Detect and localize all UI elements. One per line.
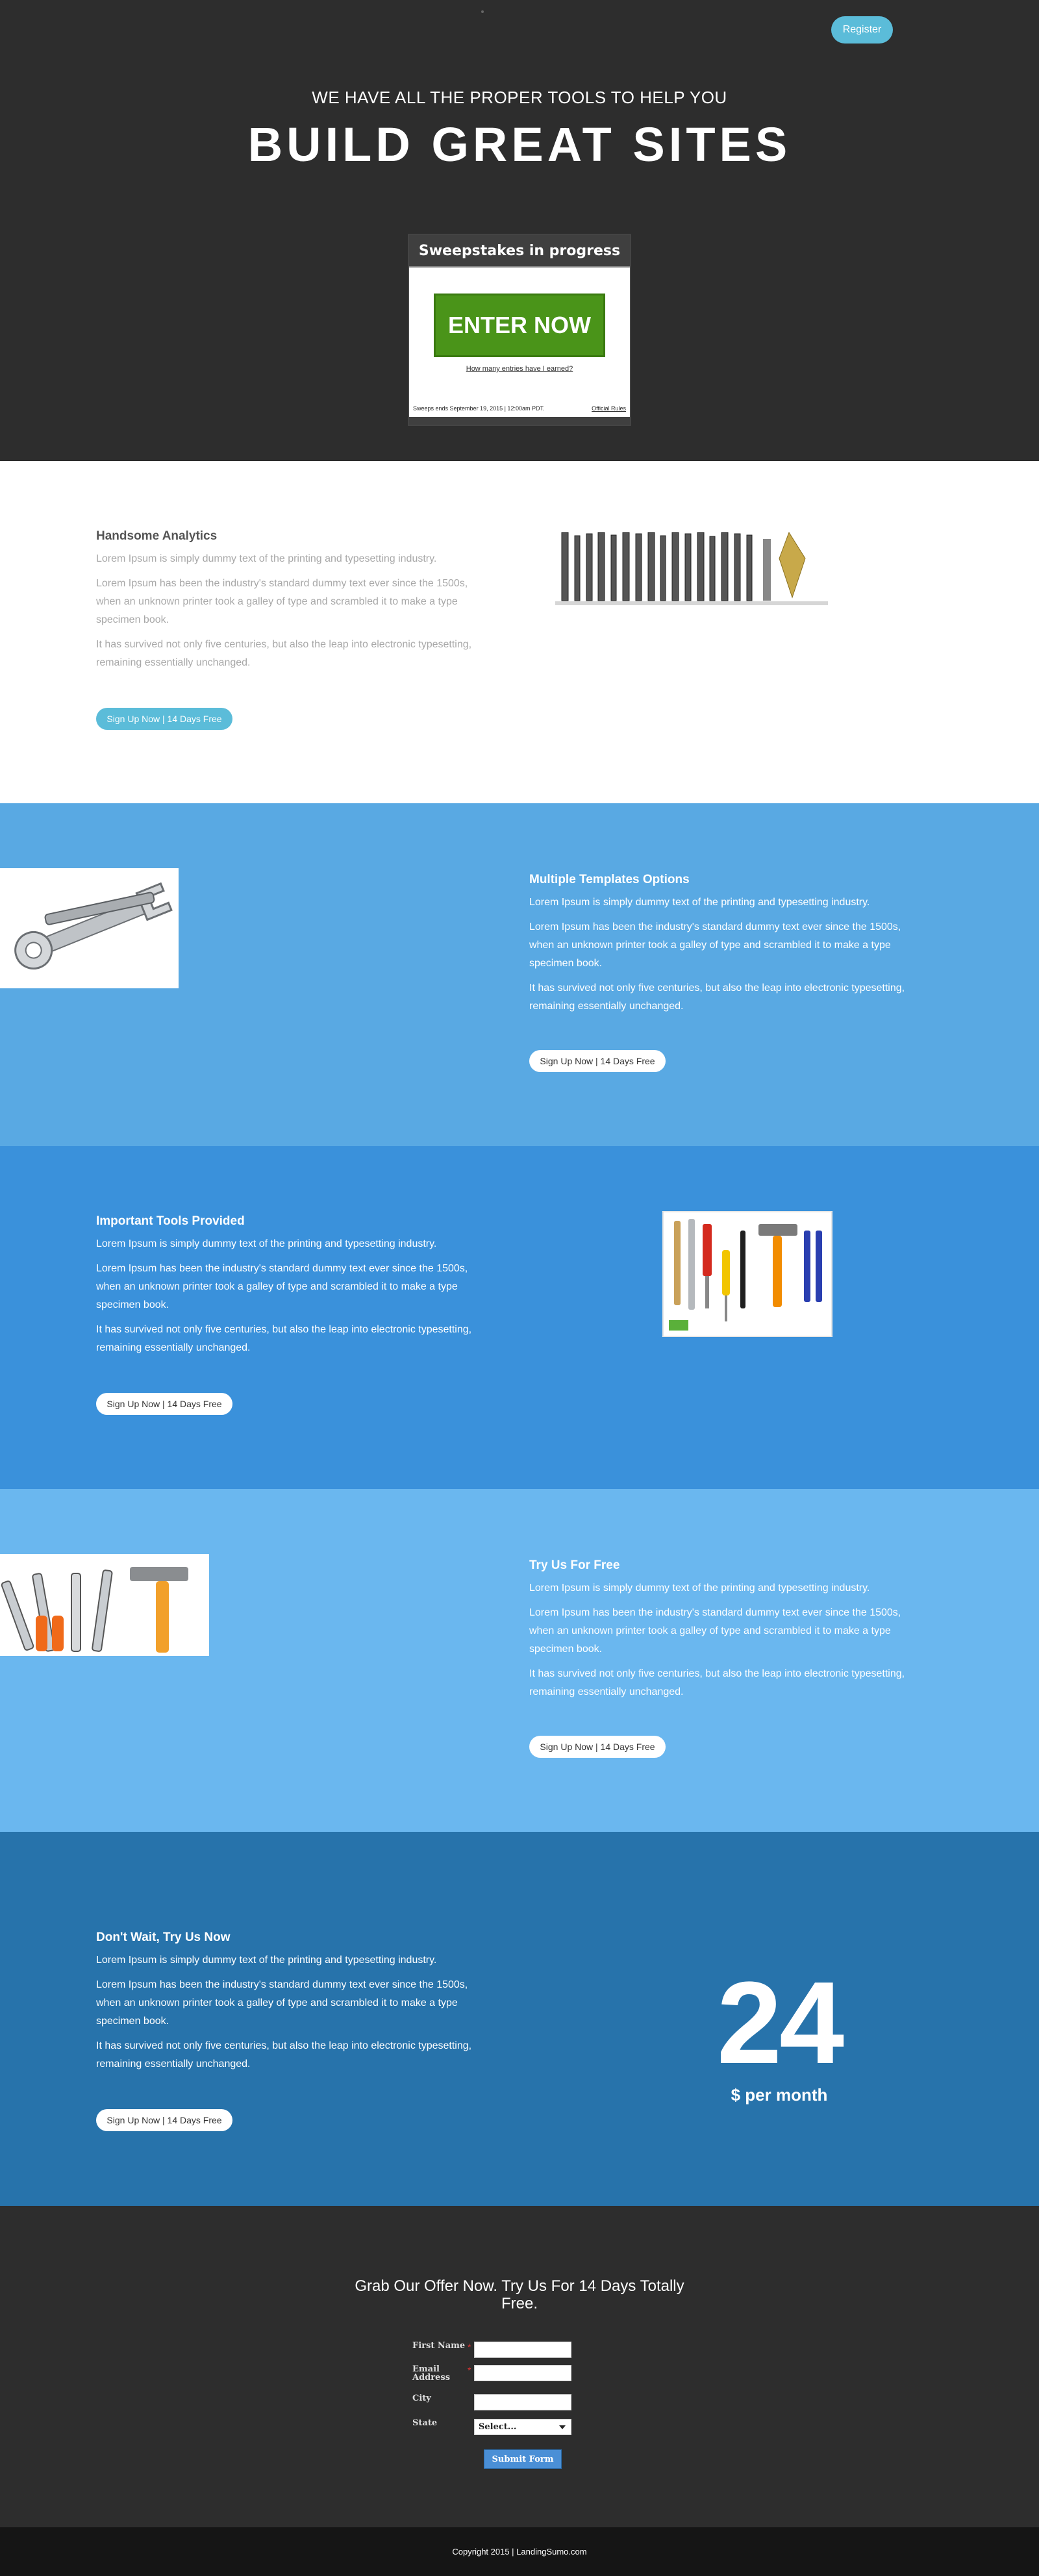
feature-text: Important Tools Provided Lorem Ipsum is … — [96, 1214, 492, 1364]
signup-button[interactable]: Sign Up Now | 14 Days Free — [96, 2109, 232, 2131]
widget-bottom-bar — [409, 417, 630, 425]
city-row: City — [412, 2394, 571, 2410]
state-row: State Select... — [412, 2419, 571, 2435]
feature-text: Multiple Templates Options Lorem Ipsum i… — [529, 873, 925, 1022]
hero-subtitle: WE HAVE ALL THE PROPER TOOLS TO HELP YOU — [312, 88, 727, 107]
feature-paragraph: Lorem Ipsum has been the industry's stan… — [96, 1979, 468, 2027]
email-label: Email Address — [412, 2364, 451, 2382]
tools-image — [0, 1554, 209, 1656]
email-row: Email Address * — [412, 2365, 571, 2382]
feature-paragraph: It has survived not only five centuries,… — [96, 1324, 472, 1353]
required-mark: * — [468, 2365, 471, 2375]
feature-section-analytics: Handsome Analytics Lorem Ipsum is simply… — [0, 461, 1039, 803]
signup-button[interactable]: Sign Up Now | 14 Days Free — [96, 708, 232, 730]
feature-text: Handsome Analytics Lorem Ipsum is simply… — [96, 529, 492, 679]
entries-earned-link[interactable]: How many entries have I earned? — [409, 365, 630, 373]
feature-title: Don't Wait, Try Us Now — [96, 1931, 231, 1944]
feature-section-free-trial: Try Us For Free Lorem Ipsum is simply du… — [0, 1489, 1039, 1832]
feature-paragraph: It has survived not only five centuries,… — [96, 2040, 472, 2070]
drill-bits-image — [555, 526, 828, 610]
feature-paragraph: Lorem Ipsum has been the industry's stan… — [96, 1263, 468, 1310]
required-mark: * — [468, 2342, 471, 2352]
official-rules-link[interactable]: Official Rules — [592, 405, 626, 416]
feature-section-tools: Important Tools Provided Lorem Ipsum is … — [0, 1146, 1039, 1489]
enter-now-button[interactable]: ENTER NOW — [434, 294, 605, 357]
feature-paragraph: Lorem Ipsum has been the industry's stan… — [529, 1607, 901, 1655]
price-block: 24 $ per month — [708, 1958, 851, 2105]
register-button[interactable]: Register — [831, 16, 893, 44]
feature-title: Multiple Templates Options — [529, 873, 690, 886]
state-select-value: Select... — [479, 2422, 517, 2432]
city-input[interactable] — [474, 2394, 571, 2410]
wrench-image — [0, 868, 179, 988]
logo[interactable] — [481, 10, 484, 13]
first-name-row: First Name * — [412, 2342, 571, 2358]
sweepstakes-heading: Sweepstakes in progress — [409, 235, 630, 268]
feature-title: Important Tools Provided — [96, 1214, 245, 1228]
feature-paragraph: Lorem Ipsum is simply dummy text of the … — [96, 1955, 437, 1966]
city-label: City — [412, 2394, 431, 2403]
pricing-section: Don't Wait, Try Us Now Lorem Ipsum is si… — [0, 1832, 1039, 2206]
feature-paragraph: Lorem Ipsum has been the industry's stan… — [529, 921, 901, 969]
form-title: Grab Our Offer Now. Try Us For 14 Days T… — [355, 2277, 684, 2312]
submit-form-button[interactable]: Submit Form — [484, 2449, 562, 2469]
widget-footer: Sweeps ends September 19, 2015 | 12:00am… — [409, 405, 630, 416]
feature-text: Don't Wait, Try Us Now Lorem Ipsum is si… — [96, 1931, 492, 2080]
state-label: State — [412, 2418, 438, 2428]
sweepstakes-widget: Sweepstakes in progress ENTER NOW How ma… — [408, 234, 631, 426]
signup-form-section: Grab Our Offer Now. Try Us For 14 Days T… — [0, 2206, 1039, 2527]
feature-paragraph: Lorem Ipsum has been the industry's stan… — [96, 578, 468, 625]
feature-title: Handsome Analytics — [96, 529, 218, 543]
chevron-down-icon — [559, 2425, 566, 2429]
feature-paragraph: Lorem Ipsum is simply dummy text of the … — [529, 1582, 870, 1594]
hero-title: BUILD GREAT SITES — [247, 118, 792, 171]
feature-paragraph: It has survived not only five centuries,… — [529, 1668, 905, 1697]
sweeps-end-text: Sweeps ends September 19, 2015 | 12:00am… — [413, 405, 545, 412]
signup-button[interactable]: Sign Up Now | 14 Days Free — [529, 1736, 666, 1758]
feature-paragraph: It has survived not only five centuries,… — [529, 982, 905, 1012]
feature-paragraph: Lorem Ipsum is simply dummy text of the … — [96, 1238, 437, 1249]
state-select[interactable]: Select... — [474, 2419, 571, 2435]
hero-section: Register WE HAVE ALL THE PROPER TOOLS TO… — [0, 0, 1039, 461]
signup-button[interactable]: Sign Up Now | 14 Days Free — [529, 1050, 666, 1072]
footer: Copyright 2015 | LandingSumo.com — [0, 2527, 1039, 2576]
feature-title: Try Us For Free — [529, 1558, 620, 1572]
feature-paragraph: Lorem Ipsum is simply dummy text of the … — [96, 553, 437, 564]
signup-button[interactable]: Sign Up Now | 14 Days Free — [96, 1393, 232, 1415]
first-name-input[interactable] — [474, 2342, 571, 2358]
email-input[interactable] — [474, 2365, 571, 2381]
copyright-text: Copyright 2015 | LandingSumo.com — [452, 2547, 587, 2557]
feature-paragraph: It has survived not only five centuries,… — [96, 639, 472, 668]
price-amount: 24 — [716, 1958, 844, 2088]
feature-paragraph: Lorem Ipsum is simply dummy text of the … — [529, 897, 870, 908]
feature-text: Try Us For Free Lorem Ipsum is simply du… — [529, 1558, 925, 1708]
first-name-label: First Name — [412, 2341, 466, 2351]
toolset-image — [662, 1211, 832, 1337]
feature-section-templates: Multiple Templates Options Lorem Ipsum i… — [0, 803, 1039, 1146]
